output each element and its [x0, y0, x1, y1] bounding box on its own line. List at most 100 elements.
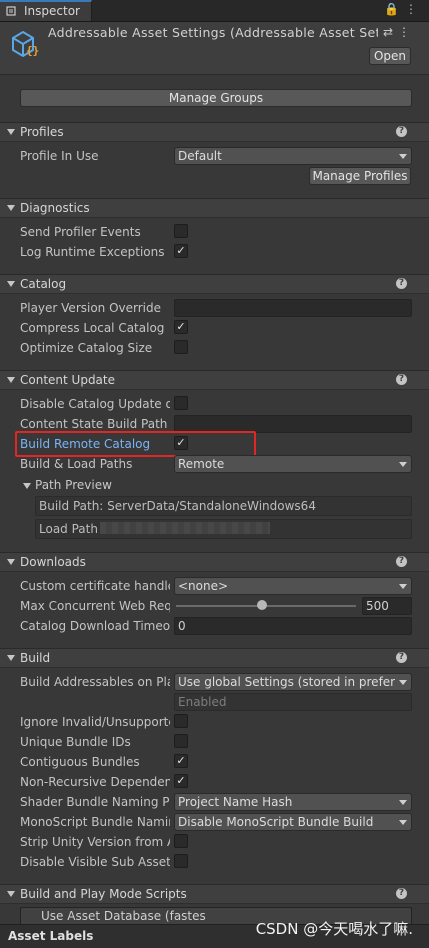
- section-downloads[interactable]: Downloads ?: [0, 552, 429, 572]
- section-title: Profiles: [20, 125, 64, 139]
- inspector-icon: [6, 6, 16, 16]
- asset-labels-bar: Asset Labels CSDN @今天喝水了嘛.: [0, 920, 429, 948]
- unique-bundle-ids-label: Unique Bundle IDs: [20, 735, 131, 749]
- tab-label: Inspector: [24, 4, 80, 18]
- more-menu-icon[interactable]: ⋮: [405, 2, 423, 16]
- build-on-play-dropdown[interactable]: Use global Settings (stored in preferenc…: [174, 673, 412, 691]
- content-state-build-path-label: Content State Build Path: [20, 417, 168, 431]
- foldout-arrow-icon: [7, 891, 15, 897]
- section-title: Downloads: [20, 555, 86, 569]
- help-icon[interactable]: ?: [396, 556, 407, 567]
- optimize-catalog-size-checkbox[interactable]: [174, 340, 188, 354]
- unique-bundle-ids-checkbox[interactable]: [174, 734, 188, 748]
- max-concurrent-slider-knob[interactable]: [257, 600, 267, 610]
- custom-cert-label: Custom certificate handler: [20, 579, 170, 593]
- foldout-arrow-icon: [7, 655, 15, 661]
- tab-inspector[interactable]: Inspector: [0, 0, 92, 21]
- max-concurrent-input[interactable]: 500: [362, 597, 412, 615]
- help-icon[interactable]: ?: [396, 652, 407, 663]
- disable-catalog-update-checkbox[interactable]: [174, 396, 188, 410]
- section-title: Build: [20, 651, 51, 665]
- asset-title: Addressable Asset Settings (Addressable …: [48, 25, 378, 40]
- settings-sliders-icon[interactable]: ⇄: [383, 25, 398, 39]
- ignore-invalid-checkbox[interactable]: [174, 714, 188, 728]
- tab-icons: 🔒⋮: [384, 2, 423, 16]
- build-load-paths-dropdown[interactable]: Remote: [174, 455, 412, 473]
- disable-visible-sub-label: Disable Visible Sub Asset R: [20, 855, 170, 869]
- strip-unity-version-label: Strip Unity Version from Ass: [20, 835, 170, 849]
- section-title: Content Update: [20, 373, 115, 387]
- foldout-arrow-icon: [7, 281, 15, 287]
- svg-text:{}: {}: [26, 44, 39, 57]
- header-icons: ⇄⋮: [383, 25, 415, 39]
- help-icon[interactable]: ?: [396, 278, 407, 289]
- section-diagnostics[interactable]: Diagnostics: [0, 198, 429, 218]
- chevron-down-icon: [399, 800, 407, 805]
- chevron-down-icon: [399, 584, 407, 589]
- more-icon[interactable]: ⋮: [398, 25, 415, 39]
- disable-catalog-update-label: Disable Catalog Update on: [20, 397, 170, 411]
- highlight-box: [15, 431, 256, 457]
- log-runtime-exceptions-label: Log Runtime Exceptions: [20, 245, 165, 259]
- catalog-timeout-input[interactable]: 0: [174, 617, 412, 635]
- chevron-down-icon: [399, 820, 407, 825]
- monoscript-naming-label: MonoScript Bundle Naming: [20, 815, 170, 829]
- open-button[interactable]: Open: [369, 47, 411, 65]
- help-icon[interactable]: ?: [396, 126, 407, 137]
- chevron-down-icon: [399, 154, 407, 159]
- tab-bar: Inspector 🔒⋮: [0, 0, 429, 22]
- section-play-mode-scripts[interactable]: Build and Play Mode Scripts ?: [0, 884, 429, 904]
- catalog-timeout-label: Catalog Download Timeout: [20, 619, 170, 633]
- log-runtime-exceptions-checkbox[interactable]: ✓: [174, 244, 188, 258]
- non-recursive-label: Non-Recursive Dependenc: [20, 775, 170, 789]
- section-content-update[interactable]: Content Update ?: [0, 370, 429, 390]
- manage-profiles-button[interactable]: Manage Profiles: [309, 167, 411, 185]
- asset-labels-title: Asset Labels: [8, 929, 94, 943]
- build-on-play-status: Enabled: [174, 693, 412, 711]
- monoscript-naming-dropdown[interactable]: Disable MonoScript Bundle Build: [174, 813, 412, 831]
- foldout-arrow-icon: [7, 129, 15, 135]
- compress-local-catalog-checkbox[interactable]: ✓: [174, 320, 188, 334]
- build-load-paths-label: Build & Load Paths: [20, 457, 133, 471]
- section-title: Diagnostics: [20, 201, 90, 215]
- send-profiler-events-checkbox[interactable]: [174, 224, 188, 238]
- build-path-preview: Build Path: ServerData/StandaloneWindows…: [35, 496, 412, 516]
- build-on-play-label: Build Addressables on Play: [20, 675, 170, 689]
- send-profiler-events-label: Send Profiler Events: [20, 225, 141, 239]
- path-preview-label: Path Preview: [35, 478, 112, 492]
- section-profiles[interactable]: Profiles ?: [0, 122, 429, 142]
- non-recursive-checkbox[interactable]: ✓: [174, 774, 188, 788]
- foldout-arrow-icon: [23, 483, 31, 489]
- optimize-catalog-size-label: Optimize Catalog Size: [20, 341, 153, 355]
- shader-naming-dropdown[interactable]: Project Name Hash: [174, 793, 412, 811]
- section-title: Build and Play Mode Scripts: [20, 887, 187, 901]
- contiguous-bundles-checkbox[interactable]: ✓: [174, 754, 188, 768]
- foldout-arrow-icon: [7, 377, 15, 383]
- compress-local-catalog-label: Compress Local Catalog: [20, 321, 165, 335]
- foldout-arrow-icon: [7, 559, 15, 565]
- strip-unity-version-checkbox[interactable]: [174, 834, 188, 848]
- asset-header: {} Addressable Asset Settings (Addressab…: [0, 22, 429, 75]
- scriptable-object-icon: {}: [12, 30, 39, 58]
- manage-groups-button[interactable]: Manage Groups: [20, 89, 412, 107]
- ignore-invalid-label: Ignore Invalid/Unsupported: [20, 715, 170, 729]
- player-version-override-label: Player Version Override: [20, 301, 162, 315]
- profile-dropdown[interactable]: Default: [174, 147, 412, 165]
- section-catalog[interactable]: Catalog ?: [0, 274, 429, 294]
- chevron-down-icon: [399, 680, 407, 685]
- max-concurrent-label: Max Concurrent Web Reque: [20, 599, 170, 613]
- player-version-override-input[interactable]: [174, 299, 412, 317]
- help-icon[interactable]: ?: [396, 888, 407, 899]
- section-build[interactable]: Build ?: [0, 648, 429, 668]
- contiguous-bundles-label: Contiguous Bundles: [20, 755, 140, 769]
- section-title: Catalog: [20, 277, 67, 291]
- chevron-down-icon: [399, 462, 407, 467]
- disable-visible-sub-checkbox[interactable]: [174, 854, 188, 868]
- help-icon[interactable]: ?: [396, 374, 407, 385]
- shader-naming-label: Shader Bundle Naming Pref: [20, 795, 170, 809]
- custom-cert-dropdown[interactable]: <none>: [174, 577, 412, 595]
- profile-in-use-label: Profile In Use: [20, 149, 99, 163]
- watermark: CSDN @今天喝水了嘛.: [255, 920, 413, 938]
- lock-icon[interactable]: 🔒: [384, 2, 405, 16]
- redacted-blur: [100, 522, 270, 534]
